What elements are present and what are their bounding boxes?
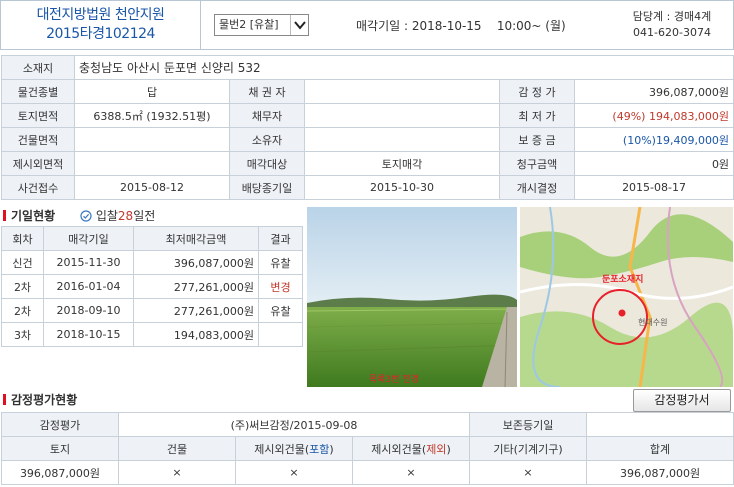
- appraisal-title: 감정평가현황: [3, 391, 77, 408]
- col-total: 합계: [586, 436, 734, 461]
- phone-number: 041-620-3074: [633, 26, 711, 39]
- col-min-price: 최저매각금액: [133, 226, 259, 251]
- address-label: 소재지: [1, 55, 75, 80]
- dividend-deadline-value: 2015-10-30: [304, 175, 500, 200]
- preservation-reg-label: 보존등기일: [469, 412, 588, 437]
- col-land: 토지: [1, 436, 119, 461]
- item-select-value: 물번2 [유찰]: [219, 18, 279, 31]
- case-header: 대전지방법원 천안지원 2015타경102124 물번2 [유찰] 매각기일 :…: [0, 0, 734, 50]
- department: 담당계 : 경매4계: [632, 10, 712, 23]
- history-table: 회차 매각기일 최저매각금액 결과 신건 2015-11-30 396,087,…: [1, 226, 303, 347]
- owner-value: [304, 127, 500, 152]
- field-image: [307, 207, 517, 387]
- department-contact: 담당계 : 경매4계 041-620-3074: [611, 9, 733, 41]
- claim-amount-value: 0원: [573, 151, 734, 176]
- claim-amount-label: 청구금액: [499, 151, 575, 176]
- table-row: 2차 2016-01-04 277,261,000원 변경: [1, 274, 303, 299]
- property-info-table: 소재지 충청남도 아산시 둔포면 신양리 532 물건종별 답 채 권 자 감 …: [1, 55, 734, 200]
- excluded-area-label: 제시외면적: [1, 151, 75, 176]
- col-date: 매각기일: [43, 226, 134, 251]
- col-result: 결과: [258, 226, 303, 251]
- type-label: 물건종별: [1, 79, 75, 104]
- sale-date: 매각기일 : 2018-10-15 10:00~ (월): [356, 19, 566, 33]
- map-place-label-2: 현대수원: [638, 318, 668, 327]
- building-area-value: [74, 127, 230, 152]
- land-area-label: 토지면적: [1, 103, 75, 128]
- debtor-value: [304, 103, 500, 128]
- land-area-value: 6388.5㎡ (1932.51평): [74, 103, 230, 128]
- col-round: 회차: [1, 226, 44, 251]
- appraisal-report-button[interactable]: 감정평가서: [633, 389, 731, 412]
- min-price-label: 최 저 가: [499, 103, 575, 128]
- appraisal-label: 감 정 가: [499, 79, 575, 104]
- deposit-label: 보 증 금: [499, 127, 575, 152]
- col-extra-included: 제시외건물(포함): [235, 436, 353, 461]
- appraisal-org-label: 감정평가: [1, 412, 119, 437]
- clock-check-icon: [80, 210, 92, 225]
- case-number: 2015타경102124: [46, 26, 155, 42]
- col-extra-excluded: 제시외건물(제외): [351, 436, 471, 461]
- col-etc: 기타(기계기구): [469, 436, 588, 461]
- col-building: 건물: [118, 436, 236, 461]
- court-title: 대전지방법원 천안지원 2015타경102124: [1, 1, 201, 49]
- photo-caption: 목록3번 전경: [369, 375, 419, 385]
- case-received-label: 사건접수: [1, 175, 75, 200]
- appraisal-table: 감정평가 (주)써브감정/2015-09-08 보존등기일 토지 건물 제시외건…: [1, 412, 734, 485]
- type-value: 답: [74, 79, 230, 104]
- table-row: 2차 2018-09-10 277,261,000원 유찰: [1, 298, 303, 323]
- table-row: 3차 2018-10-15 194,083,000원: [1, 322, 303, 347]
- debtor-label: 채무자: [229, 103, 305, 128]
- creditor-value: [304, 79, 500, 104]
- table-row: 396,087,000원 × × × × 396,087,000원: [1, 460, 734, 485]
- history-title: 기일현황: [3, 207, 55, 224]
- creditor-label: 채 권 자: [229, 79, 305, 104]
- table-row: 신건 2015-11-30 396,087,000원 유찰: [1, 250, 303, 275]
- excluded-area-value: [74, 151, 230, 176]
- dividend-deadline-label: 배당종기일: [229, 175, 305, 200]
- appraisal-value: 396,087,000원: [573, 79, 734, 104]
- preservation-reg-value: [586, 412, 734, 437]
- location-map[interactable]: 둔포소재지 현대수원: [520, 207, 733, 387]
- map-image: [520, 207, 733, 387]
- min-price-value: (49%) 194,083,000원: [573, 103, 734, 128]
- court-name: 대전지방법원 천안지원: [36, 7, 165, 23]
- property-photo[interactable]: 목록3번 전경: [307, 207, 517, 387]
- owner-label: 소유자: [229, 127, 305, 152]
- section-marker: [3, 394, 6, 405]
- building-area-label: 건물면적: [1, 127, 75, 152]
- deposit-value: (10%)19,409,000원: [573, 127, 734, 152]
- item-select[interactable]: 물번2 [유찰]: [214, 14, 309, 36]
- map-place-label: 둔포소재지: [602, 275, 644, 285]
- sale-target-label: 매각대상: [229, 151, 305, 176]
- chevron-down-icon: [290, 15, 308, 35]
- address-value: 충청남도 아산시 둔포면 신양리 532: [73, 55, 734, 80]
- start-decision-label: 개시결정: [499, 175, 575, 200]
- start-decision-value: 2015-08-17: [573, 175, 734, 200]
- section-marker: [3, 210, 6, 221]
- sale-target-value: 토지매각: [304, 151, 500, 176]
- bid-countdown: 입찰28일전: [80, 207, 155, 225]
- case-received-value: 2015-08-12: [74, 175, 230, 200]
- appraisal-org-value: (주)써브감정/2015-09-08: [117, 412, 471, 437]
